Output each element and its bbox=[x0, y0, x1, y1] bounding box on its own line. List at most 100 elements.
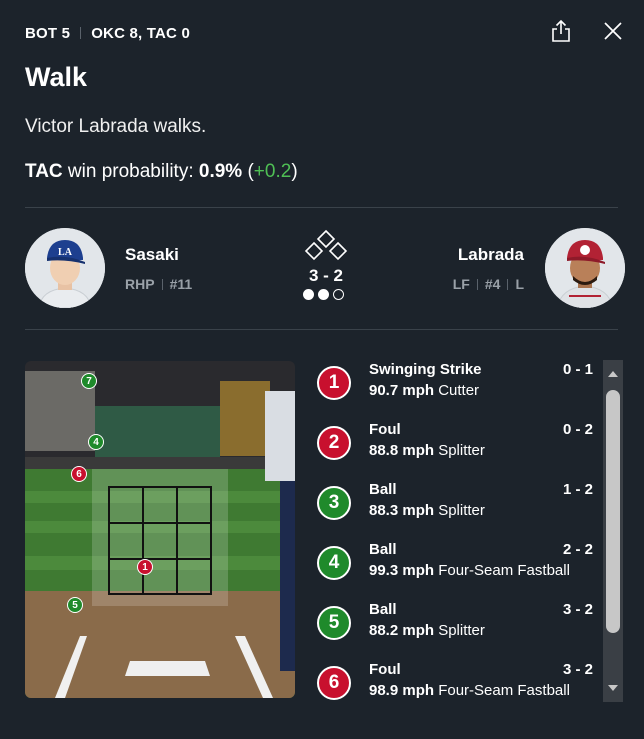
pitcher-headshot-image: LA bbox=[25, 228, 105, 308]
pitch-type: Four-Seam Fastball bbox=[438, 682, 570, 699]
zone-gridline bbox=[110, 558, 210, 560]
pitch-row[interactable]: 5 Ball 3 - 2 88.2 mph Splitter bbox=[315, 600, 599, 660]
pitch-row[interactable]: 4 Ball 2 - 2 99.3 mph Four-Seam Fastball bbox=[315, 540, 599, 600]
play-title: Walk bbox=[25, 62, 88, 92]
zone-gridline bbox=[176, 488, 178, 593]
pitch-result: Swinging Strike bbox=[369, 361, 482, 378]
pitch-number-badge: 2 bbox=[317, 426, 351, 460]
pitch-result: Ball bbox=[369, 541, 397, 558]
pitcher-throws: RHP bbox=[125, 276, 155, 292]
pitch-count: 0 - 1 bbox=[562, 361, 593, 378]
score-label: OKC 8, TAC 0 bbox=[91, 24, 190, 42]
win-prob-team: TAC bbox=[25, 161, 63, 182]
win-probability: TAC win probability: 0.9% (+0.2) bbox=[25, 161, 298, 183]
pitch-marker[interactable]: 4 bbox=[88, 434, 104, 450]
play-description: Victor Labrada walks. bbox=[25, 116, 207, 137]
bases-diamond-icon bbox=[304, 229, 348, 261]
pitch-count: 3 - 2 bbox=[562, 661, 593, 678]
pitch-number-badge: 4 bbox=[317, 546, 351, 580]
win-prob-value: 0.9% bbox=[198, 161, 243, 182]
pitch-result: Foul bbox=[369, 421, 401, 438]
pitch-speed: 90.7 mph bbox=[369, 382, 435, 399]
pitch-result: Ball bbox=[369, 601, 397, 618]
scroll-down-arrow-icon bbox=[608, 685, 618, 691]
pitch-marker[interactable]: 5 bbox=[67, 597, 83, 613]
share-icon bbox=[552, 19, 570, 42]
batter-info: LF #4 L bbox=[453, 276, 524, 292]
strike-zone bbox=[108, 486, 212, 595]
pitch-row[interactable]: 1 Swinging Strike 0 - 1 90.7 mph Cutter bbox=[315, 360, 599, 420]
pitch-count: 3 - 2 bbox=[562, 601, 593, 618]
pitch-detail: 90.7 mph Cutter bbox=[369, 382, 479, 399]
pitch-number-badge: 1 bbox=[317, 366, 351, 400]
pitch-marker[interactable]: 7 bbox=[81, 373, 97, 389]
info-divider bbox=[476, 278, 478, 290]
inning-label: BOT 5 bbox=[25, 24, 71, 42]
batter-number: #4 bbox=[484, 276, 501, 292]
pitch-row[interactable]: 2 Foul 0 - 2 88.8 mph Splitter bbox=[315, 420, 599, 480]
pitch-detail: 99.3 mph Four-Seam Fastball bbox=[369, 562, 570, 579]
pitch-marker[interactable]: 1 bbox=[137, 559, 153, 575]
pitch-row[interactable]: 3 Ball 1 - 2 88.3 mph Splitter bbox=[315, 480, 599, 540]
section-divider bbox=[25, 207, 618, 208]
batter-bats: L bbox=[515, 276, 524, 292]
pitcher-number: #11 bbox=[169, 276, 193, 292]
share-button[interactable] bbox=[550, 18, 572, 44]
pitcher-info: RHP #11 bbox=[125, 276, 192, 292]
win-prob-label: win probability: bbox=[67, 161, 194, 182]
pitch-count: 1 - 2 bbox=[562, 481, 593, 498]
win-prob-close-paren: ) bbox=[291, 161, 298, 182]
zone-gridline bbox=[142, 488, 144, 593]
outs-indicator bbox=[303, 289, 344, 300]
pitch-detail: 88.2 mph Splitter bbox=[369, 622, 485, 639]
win-prob-delta: +0.2 bbox=[253, 161, 292, 182]
pitch-sequence-list: 1 Swinging Strike 0 - 1 90.7 mph Cutter … bbox=[315, 360, 599, 702]
zone-gridline bbox=[110, 522, 210, 524]
pitch-row[interactable]: 6 Foul 3 - 2 98.9 mph Four-Seam Fastball bbox=[315, 660, 599, 702]
info-divider bbox=[507, 278, 509, 290]
pitch-number-badge: 3 bbox=[317, 486, 351, 520]
ball-strike-count: 3 - 2 bbox=[308, 266, 344, 285]
pitch-result: Foul bbox=[369, 661, 401, 678]
pitch-number-badge: 6 bbox=[317, 666, 351, 700]
count-widget: 3 - 2 bbox=[298, 228, 354, 304]
pitch-marker[interactable]: 6 bbox=[71, 466, 87, 482]
svg-text:LA: LA bbox=[58, 247, 73, 258]
info-divider bbox=[161, 278, 163, 290]
pitch-speed: 88.2 mph bbox=[369, 622, 435, 639]
out-dot bbox=[318, 289, 329, 300]
out-dot bbox=[333, 289, 344, 300]
pitch-count: 0 - 2 bbox=[562, 421, 593, 438]
pitch-speed: 99.3 mph bbox=[369, 562, 435, 579]
pitch-type: Four-Seam Fastball bbox=[438, 562, 570, 579]
header-divider bbox=[80, 27, 82, 39]
pitch-type: Splitter bbox=[438, 442, 485, 459]
pitch-list-scrollbar[interactable] bbox=[603, 360, 623, 702]
close-button[interactable] bbox=[602, 18, 624, 44]
batter-name: Labrada bbox=[457, 245, 524, 264]
close-icon bbox=[604, 22, 622, 40]
pitch-count: 2 - 2 bbox=[562, 541, 593, 558]
pitch-type: Cutter bbox=[438, 382, 480, 399]
pitch-speed: 88.3 mph bbox=[369, 502, 435, 519]
pitcher-avatar: LA bbox=[25, 228, 105, 308]
pitcher-name: Sasaki bbox=[125, 245, 179, 264]
pitch-detail: 88.8 mph Splitter bbox=[369, 442, 485, 459]
game-situation-bar: BOT 5 OKC 8, TAC 0 bbox=[25, 19, 624, 44]
batter-position: LF bbox=[452, 276, 470, 292]
header-actions bbox=[550, 18, 624, 44]
pitch-detail: 88.3 mph Splitter bbox=[369, 502, 485, 519]
pitch-speed: 88.8 mph bbox=[369, 442, 435, 459]
scroll-up-arrow-icon bbox=[608, 371, 618, 377]
pitch-type: Splitter bbox=[438, 622, 485, 639]
scrollbar-thumb[interactable] bbox=[606, 390, 620, 633]
section-divider bbox=[25, 329, 618, 330]
pitch-type: Splitter bbox=[438, 502, 485, 519]
pitch-location-view: 7 4 6 1 5 bbox=[25, 361, 295, 698]
scroll-down-button[interactable] bbox=[606, 682, 620, 694]
scroll-up-button[interactable] bbox=[606, 368, 620, 380]
pitch-number-badge: 5 bbox=[317, 606, 351, 640]
pitch-speed: 98.9 mph bbox=[369, 682, 435, 699]
pitch-result: Ball bbox=[369, 481, 397, 498]
batter-avatar bbox=[545, 228, 625, 308]
